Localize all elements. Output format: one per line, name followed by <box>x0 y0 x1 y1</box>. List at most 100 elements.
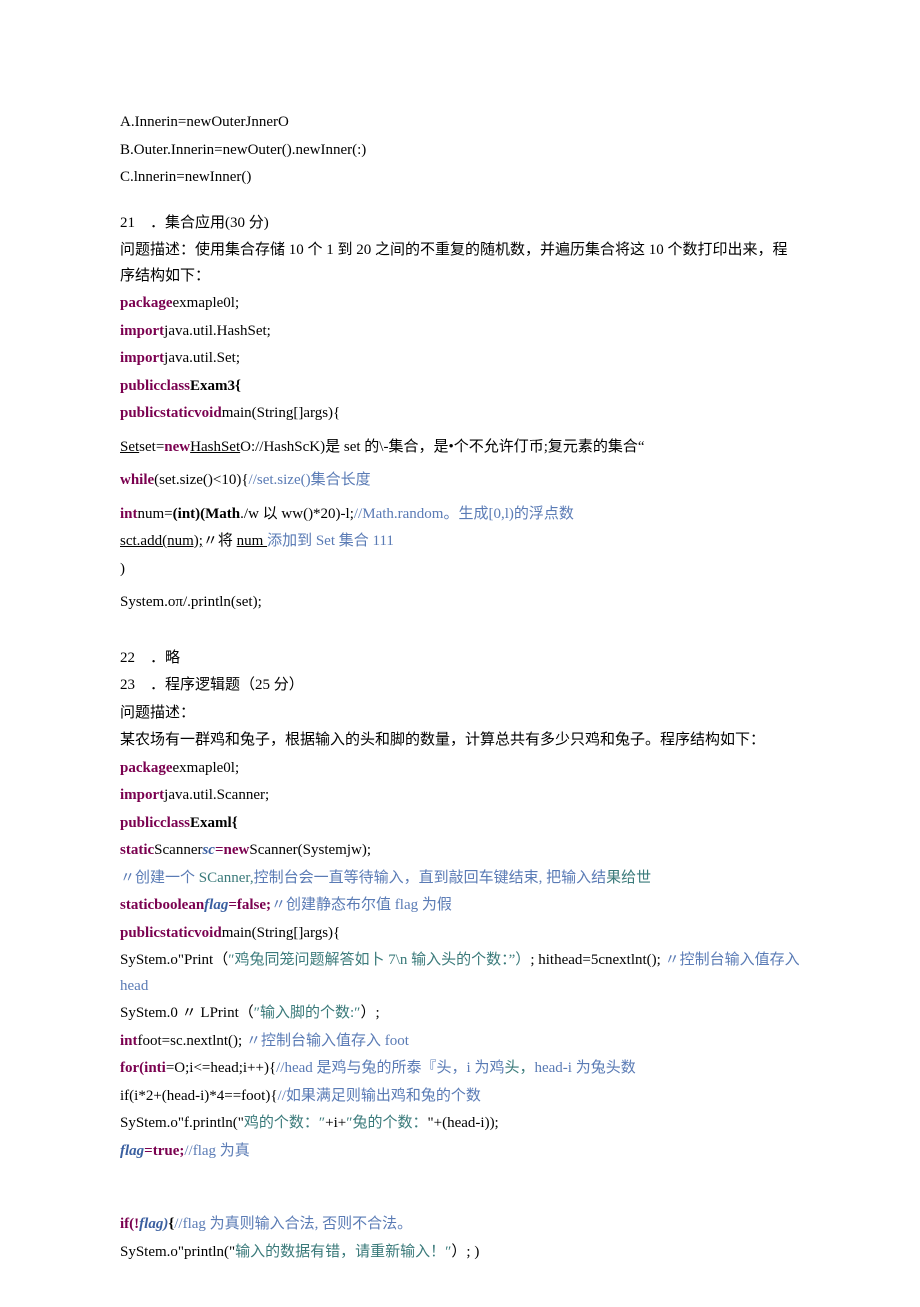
comment: 添加到 Set 集合 111 <box>267 533 394 549</box>
code-line: staticbooleanflag=false;〃创建静态布尔值 flag 为假 <box>120 893 800 919</box>
kw-package: package <box>120 760 173 776</box>
code-text: sct.add(num); <box>120 533 203 549</box>
code-line: publicclassExam3{ <box>120 374 800 400</box>
string-literal: 鸡的个数：″ <box>244 1115 325 1131</box>
class-name: Exam3{ <box>190 378 241 394</box>
code-text: if(i*2+(head-i)*4==foot){ <box>120 1088 278 1104</box>
code-text: SyStem.o"println(" <box>120 1244 235 1260</box>
code-text: 〃将 <box>203 533 237 549</box>
code-text: exmaple0l; <box>173 760 240 776</box>
string-literal: 输入的数据有错，请重新输入！″ <box>235 1244 451 1260</box>
code-text: (int)(Math <box>173 506 241 522</box>
var-flag: flag) <box>139 1216 168 1232</box>
code-line: importjava.util.HashSet; <box>120 319 800 345</box>
string-literal: ″鸡兔同笼问题解答如卜 7\n 输入头的个数：”） <box>228 952 530 968</box>
kw-false: =false; <box>228 897 271 913</box>
kw-import: import <box>120 350 164 366</box>
option-c: C.lnnerin=newInner() <box>120 165 800 191</box>
code-line: Setset=newHashSetO://HashScK)是 set 的\-集合… <box>120 435 800 461</box>
var-sc: sc <box>202 842 215 858</box>
var-flag: flag <box>204 897 228 913</box>
comment: //Math.random。生成[0,l)的浮点数 <box>354 506 574 522</box>
code-line: intnum=(int)(Math./w 以 ww()*20)-l;//Math… <box>120 502 800 528</box>
code-line: SyStem.o"f.println("鸡的个数：″+i+″兔的个数："+(he… <box>120 1111 800 1137</box>
code-line: if(!flag){//flag 为真则输入合法, 否则不合法。 <box>120 1212 800 1238</box>
kw-for: for(inti <box>120 1060 166 1076</box>
code-text: O://HashScK)是 set 的\-集合，是•个不允许仃币;复元素的集合“ <box>240 439 644 455</box>
code-line: 〃创建一个 SCanner,控制台会一直等待输入，直到敲回车键结束, 把输入结果… <box>120 866 800 892</box>
code-line: publicclassExaml{ <box>120 811 800 837</box>
code-text: num <box>237 533 267 549</box>
var-flag: flag <box>120 1143 144 1159</box>
kw-static: static <box>120 842 154 858</box>
string-literal: ″兔的个数： <box>346 1115 427 1131</box>
q23-desc-label: 问题描述： <box>120 701 800 727</box>
comment: //head 是鸡与兔的所泰『头，i 为鸡 <box>276 1060 504 1076</box>
code-text: Scanner <box>154 842 202 858</box>
code-text: Scanner(Systemjw); <box>249 842 371 858</box>
kw-public-static-void: publicstaticvoid <box>120 405 222 421</box>
kw-import: import <box>120 787 164 803</box>
code-text: num= <box>138 506 173 522</box>
comment: 控制台会一直等待输入，直到敲回车键结束, 把输入结 <box>254 870 607 886</box>
code-text: "+(head-i)); <box>428 1115 499 1131</box>
code-line: System.oπ/.println(set); <box>120 590 800 616</box>
kw-public-class: publicclass <box>120 815 190 831</box>
code-line: SyStem.o"Print（″鸡兔同笼问题解答如卜 7\n 输入头的个数：”）… <box>120 948 800 999</box>
q21-heading: 21 ．集合应用(30 分) <box>120 211 800 237</box>
string-literal: ″输入脚的个数:″ <box>254 1005 361 1021</box>
code-text: ; hithead=5cnextlnt(); <box>530 952 664 968</box>
code-text: ）; <box>360 1005 379 1021</box>
code-text: main(String[]args){ <box>222 925 341 941</box>
code-line: importjava.util.Set; <box>120 346 800 372</box>
code-text: main(String[]args){ <box>222 405 341 421</box>
code-line: SyStem.0 〃 LPrint（″输入脚的个数:″）; <box>120 1001 800 1027</box>
document-page: A.Innerin=newOuterJnnerO B.Outer.Innerin… <box>0 0 920 1307</box>
code-text: +i+ <box>325 1115 346 1131</box>
code-text: ./w 以 ww()*20)-l; <box>240 506 354 522</box>
comment: //set.size()集合长度 <box>249 472 371 488</box>
option-b: B.Outer.Innerin=newOuter().newInner(:) <box>120 138 800 164</box>
code-line: publicstaticvoidmain(String[]args){ <box>120 921 800 947</box>
comment: 果给世 <box>606 870 651 886</box>
comment: 〃控制台输入值存入 foot <box>246 1033 409 1049</box>
code-text: ）; ) <box>451 1244 479 1260</box>
kw-public-static-void: publicstaticvoid <box>120 925 222 941</box>
code-text: SyStem.0 〃 LPrint（ <box>120 1005 254 1021</box>
code-line: sct.add(num);〃将 num 添加到 Set 集合 111 <box>120 529 800 555</box>
code-line: intfoot=sc.nextlnt(); 〃控制台输入值存入 foot <box>120 1029 800 1055</box>
code-text: set= <box>139 439 164 455</box>
code-text: exmaple0l; <box>173 295 240 311</box>
comment: 〃创建静态布尔值 flag 为假 <box>271 897 452 913</box>
code-line: SyStem.o"println("输入的数据有错，请重新输入！″）; ) <box>120 1240 800 1266</box>
code-text: java.util.Set; <box>164 350 240 366</box>
code-line: importjava.util.Scanner; <box>120 783 800 809</box>
code-text: java.util.Scanner; <box>164 787 269 803</box>
kw-import: import <box>120 323 164 339</box>
q21-description: 问题描述：使用集合存储 10 个 1 到 20 之间的不重复的随机数，并遍历集合… <box>120 238 800 289</box>
kw-new: new <box>164 439 190 455</box>
code-text: SyStem.o"f.println(" <box>120 1115 244 1131</box>
kw-true: =true; <box>144 1143 184 1159</box>
kw-new: =new <box>215 842 249 858</box>
code-line: while(set.size()<10){//set.size()集合长度 <box>120 468 800 494</box>
type-hashset: HashSet <box>190 439 240 455</box>
q23-description: 某农场有一群鸡和兔子，根据输入的头和脚的数量，计算总共有多少只鸡和兔子。程序结构… <box>120 728 800 754</box>
kw-package: package <box>120 295 173 311</box>
comment: SCanner, <box>199 870 254 886</box>
type-set: Set <box>120 439 139 455</box>
option-a: A.Innerin=newOuterJnnerO <box>120 110 800 136</box>
code-line: ) <box>120 557 800 583</box>
q23-heading: 23 ．程序逻辑题（25 分） <box>120 673 800 699</box>
comment: //flag 为真则输入合法, 否则不合法。 <box>174 1216 412 1232</box>
code-text: =O;i<=head;i++){ <box>166 1060 276 1076</box>
code-text: java.util.HashSet; <box>164 323 271 339</box>
code-line: staticScannersc=newScanner(Systemjw); <box>120 838 800 864</box>
kw-public-class: publicclass <box>120 378 190 394</box>
comment: 〃创建一个 <box>120 870 199 886</box>
q22-heading: 22 ．略 <box>120 646 800 672</box>
code-line: publicstaticvoidmain(String[]args){ <box>120 401 800 427</box>
kw-if: if(! <box>120 1216 139 1232</box>
code-line: for(inti=O;i<=head;i++){//head 是鸡与兔的所泰『头… <box>120 1056 800 1082</box>
class-name: Examl{ <box>190 815 238 831</box>
